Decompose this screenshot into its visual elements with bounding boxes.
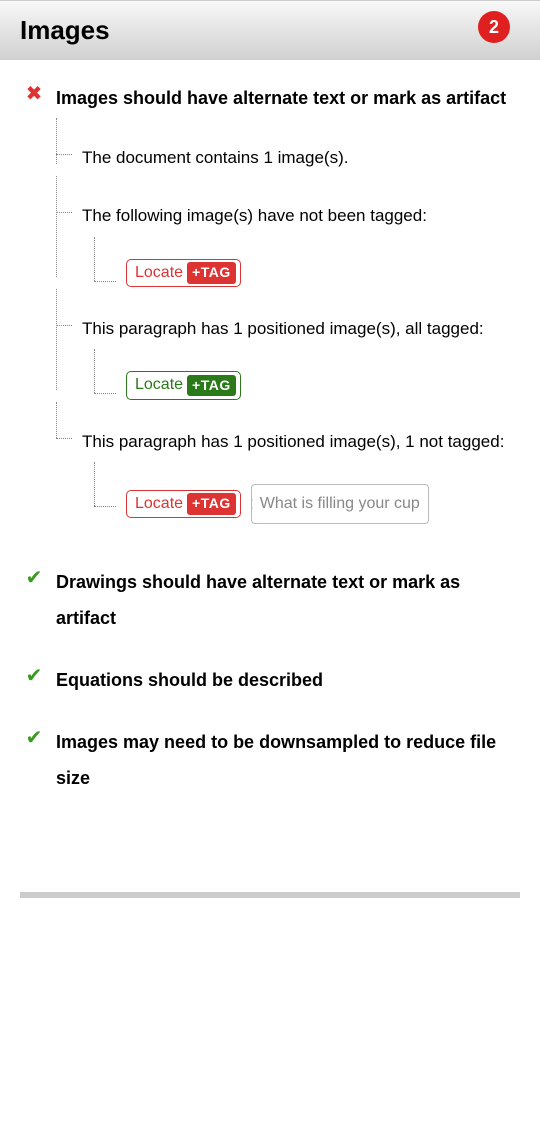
tree-item: This paragraph has 1 positioned image(s)… (54, 313, 520, 400)
tag-chip: +TAG (187, 375, 236, 397)
locate-button[interactable]: Locate +TAG (126, 490, 241, 518)
tag-chip: +TAG (187, 262, 236, 284)
fail-icon: ✖ (20, 80, 48, 106)
tree-subitem: Locate +TAG (82, 353, 520, 399)
locate-label: Locate (135, 262, 183, 284)
rule-details-tree: The document contains 1 image(s). The fo… (54, 142, 520, 524)
pass-icon: ✔ (20, 564, 48, 590)
tree-item: The document contains 1 image(s). (54, 142, 520, 174)
accessibility-panel: Images 2 ✖ Images should have alternate … (0, 0, 540, 898)
tree-item-text: The document contains 1 image(s). (82, 148, 348, 167)
tree-item: The following image(s) have not been tag… (54, 200, 520, 287)
locate-label: Locate (135, 374, 183, 396)
rule-title: Equations should be described (56, 662, 520, 698)
alt-text-hint[interactable]: What is filling your cup (251, 484, 429, 524)
tag-chip: +TAG (187, 493, 236, 515)
rule-drawings-alt-text: ✔ Drawings should have alternate text or… (20, 564, 520, 636)
pass-icon: ✔ (20, 662, 48, 688)
section-header: Images 2 (0, 0, 540, 60)
rule-equations-described: ✔ Equations should be described (20, 662, 520, 698)
rule-title: Images may need to be downsampled to red… (56, 724, 520, 796)
section-title: Images (20, 15, 110, 45)
issue-count-badge: 2 (478, 11, 510, 43)
rule-images-alt-text: ✖ Images should have alternate text or m… (20, 80, 520, 116)
rule-title: Drawings should have alternate text or m… (56, 564, 520, 636)
tree-subitem: Locate +TAG What is filling your cup (82, 466, 520, 524)
tree-item: This paragraph has 1 positioned image(s)… (54, 426, 520, 525)
section-content: ✖ Images should have alternate text or m… (0, 60, 540, 862)
locate-label: Locate (135, 493, 183, 515)
rule-title: Images should have alternate text or mar… (56, 80, 520, 116)
locate-button[interactable]: Locate +TAG (126, 259, 241, 287)
tree-subitem: Locate +TAG (82, 241, 520, 287)
footer-divider (20, 892, 520, 898)
tree-item-text: This paragraph has 1 positioned image(s)… (82, 319, 484, 338)
tree-item-text: This paragraph has 1 positioned image(s)… (82, 432, 504, 451)
rule-images-downsample: ✔ Images may need to be downsampled to r… (20, 724, 520, 796)
locate-button[interactable]: Locate +TAG (126, 371, 241, 399)
pass-icon: ✔ (20, 724, 48, 750)
tree-item-text: The following image(s) have not been tag… (82, 206, 427, 225)
